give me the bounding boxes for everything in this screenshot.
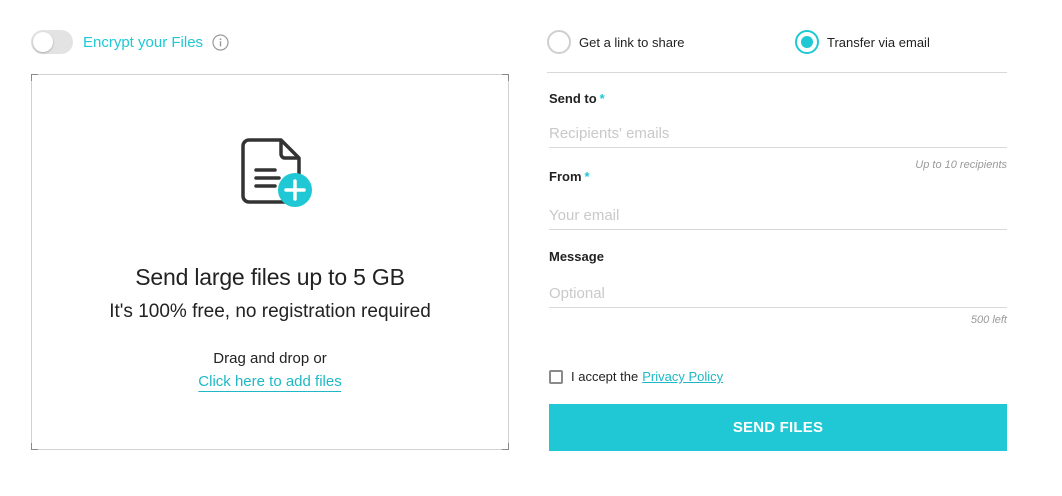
send-to-field: Send to* Up to 10 recipients [549,91,1007,171]
dropzone-subtitle: It's 100% free, no registration required [109,301,431,322]
from-label: From * [549,169,1007,184]
message-chars-left: 500 left [970,314,1007,326]
message-field: Message 500 left [549,249,1007,326]
radio-checked-icon [795,30,819,54]
send-to-input[interactable] [549,120,1007,148]
info-icon[interactable] [212,33,229,51]
encrypt-toggle[interactable] [31,30,73,54]
dropzone-corner [502,74,509,81]
toggle-knob [33,32,53,52]
encrypt-row: Encrypt your Files [31,30,229,54]
dropzone-hint: Drag and drop or [213,350,327,367]
radio-unchecked-icon [547,30,571,54]
radio-get-link[interactable]: Get a link to share [547,29,685,55]
send-to-label: Send to * [549,91,1007,106]
message-label: Message [549,249,604,264]
send-files-button[interactable]: SEND FILES [549,404,1007,451]
privacy-policy-link[interactable]: Privacy Policy [642,369,723,384]
file-dropzone[interactable]: Send large files up to 5 GB It's 100% fr… [31,74,509,450]
required-mark: * [599,91,605,106]
encrypt-label[interactable]: Encrypt your Files [83,34,203,51]
privacy-row: I accept the Privacy Policy [549,369,723,384]
share-mode-radio-group: Get a link to share Transfer via email [547,29,1007,73]
privacy-checkbox[interactable] [549,369,563,384]
from-label-text: From [549,169,582,184]
radio-transfer-email[interactable]: Transfer via email [795,29,930,55]
radio-label: Transfer via email [827,34,930,50]
from-email-input[interactable] [549,201,1007,230]
send-to-label-text: Send to [549,91,597,106]
dropzone-corner [31,443,38,450]
message-input[interactable] [549,279,1007,308]
required-mark: * [584,169,590,184]
radio-label: Get a link to share [579,34,685,50]
from-field: From * [549,169,1007,230]
dropzone-title: Send large files up to 5 GB [135,264,405,290]
dropzone-corner [31,74,38,81]
add-files-link[interactable]: Click here to add files [198,373,342,392]
radio-dot [801,36,813,48]
file-add-icon [241,136,317,212]
privacy-text: I accept the [571,369,639,384]
dropzone-corner [502,443,509,450]
